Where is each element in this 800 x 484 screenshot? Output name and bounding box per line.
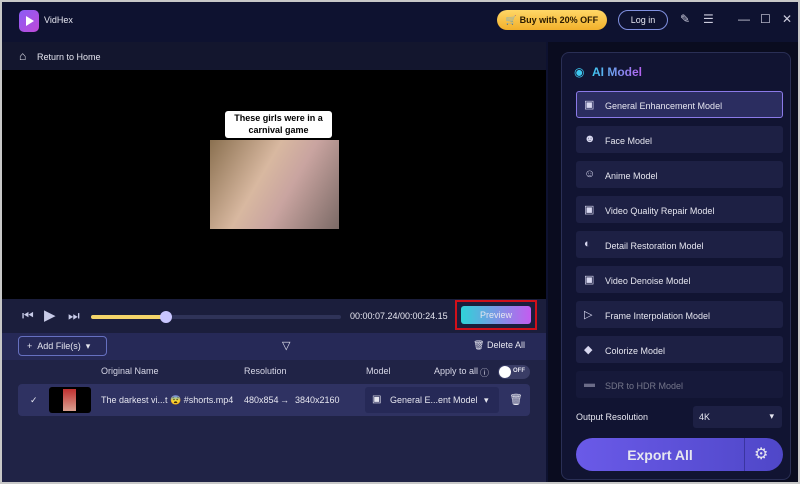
chevron-down-icon: ▾: [769, 411, 774, 421]
export-label: Export All: [627, 447, 693, 463]
add-files-label: Add File(s): [37, 341, 81, 351]
export-all-button[interactable]: Export All ⚙: [576, 438, 783, 471]
app-logo: [19, 10, 39, 32]
preview-highlight: Preview: [455, 300, 537, 330]
skip-back-icon[interactable]: ⏮: [22, 308, 34, 324]
title-bar: VidHex 🛒 Buy with 20% OFF Log in ✎ ☰ — ☐…: [2, 2, 798, 42]
video-caption: These girls were in a carnival game: [225, 111, 332, 138]
return-home-link[interactable]: ⌂ Return to Home: [2, 42, 546, 70]
collapse-icon[interactable]: ▽: [282, 339, 290, 352]
close-icon[interactable]: ✕: [782, 12, 792, 26]
colorize-icon: ◆: [584, 344, 593, 356]
row-delete-icon[interactable]: 🗑: [509, 393, 523, 406]
face-icon: ☻: [584, 133, 596, 145]
output-resolution-select[interactable]: 4K ▾: [693, 406, 782, 428]
apply-all-label: Apply to all: [434, 366, 479, 376]
model-label: Frame Interpolation Model: [605, 311, 711, 321]
buy-button[interactable]: 🛒 Buy with 20% OFF: [497, 10, 607, 30]
anime-icon: ☺: [584, 168, 596, 180]
preview-button[interactable]: Preview: [461, 306, 531, 324]
model-option-video-denoise-model[interactable]: ▣ Video Denoise Model: [576, 266, 783, 293]
trash-icon: 🗑: [473, 340, 485, 350]
minimize-icon[interactable]: —: [738, 12, 750, 26]
hdr-icon: ▬: [584, 378, 595, 390]
file-list: Original Name Resolution Model Apply to …: [2, 360, 546, 482]
seek-handle[interactable]: [160, 311, 172, 323]
row-checkbox[interactable]: ✓: [30, 395, 38, 406]
play-icon[interactable]: ▶: [44, 306, 56, 324]
model-option-colorize-model[interactable]: ◆ Colorize Model: [576, 336, 783, 363]
gear-icon[interactable]: ⚙: [754, 444, 768, 464]
chevron-down-icon: ▾: [484, 395, 489, 405]
login-button[interactable]: Log in: [618, 10, 668, 30]
row-thumbnail: [49, 387, 91, 413]
table-row[interactable]: ✓ The darkest vi...t 😨 #shorts.mp4 480x8…: [18, 384, 530, 416]
output-resolution-label: Output Resolution: [576, 412, 649, 422]
model-label: Video Quality Repair Model: [605, 206, 715, 216]
ai-model-panel: ◉ AI Model ▣ General Enhancement Model ☻ Fa…: [548, 42, 798, 482]
row-res-to: 3840x2160: [295, 395, 340, 405]
menu-icon[interactable]: ☰: [703, 12, 714, 26]
feedback-icon[interactable]: ✎: [680, 12, 690, 26]
model-label: SDR to HDR Model: [605, 381, 684, 391]
maximize-icon[interactable]: ☐: [760, 12, 771, 26]
model-label: Detail Restoration Model: [605, 241, 704, 251]
arrow-icon: →: [280, 395, 289, 405]
row-model-label: General E...ent Model: [390, 395, 478, 405]
home-icon: ⌂: [19, 49, 27, 63]
model-option-anime-model[interactable]: ☺ Anime Model: [576, 161, 783, 188]
skip-forward-icon[interactable]: ⏭: [68, 308, 80, 324]
output-resolution-value: 4K: [699, 412, 711, 422]
return-label: Return to Home: [37, 52, 101, 62]
model-label: General Enhancement Model: [605, 101, 723, 111]
model-label: Anime Model: [605, 171, 658, 181]
model-label: Face Model: [605, 136, 653, 146]
model-label: Video Denoise Model: [605, 276, 691, 286]
delete-all-button[interactable]: 🗑 Delete All: [473, 340, 525, 351]
model-option-sdr-to-hdr-model: ▬ SDR to HDR Model: [576, 371, 783, 398]
frame-icon: ▷: [584, 309, 593, 321]
apply-all-toggle[interactable]: OFF: [498, 365, 530, 379]
row-filename: The darkest vi...t 😨 #shorts.mp4: [101, 395, 234, 405]
detail-icon: ◐: [584, 238, 591, 250]
time-readout: 00:00:07.24/00:00:24.15: [350, 311, 448, 321]
robot-icon: ◉: [574, 65, 585, 79]
file-toolbar: + Add File(s) ▾ ▽ 🗑 Delete All: [2, 333, 546, 360]
seek-fill: [91, 315, 166, 319]
panel-title: AI Model: [592, 65, 642, 79]
model-option-frame-interpolation-model[interactable]: ▷ Frame Interpolation Model: [576, 301, 783, 328]
video-repair-icon: ▣: [584, 204, 595, 216]
toggle-state: OFF: [513, 368, 525, 374]
model-option-video-quality-repair-model[interactable]: ▣ Video Quality Repair Model: [576, 196, 783, 223]
add-files-button[interactable]: + Add File(s) ▾: [18, 336, 107, 356]
seek-slider[interactable]: [91, 311, 341, 323]
buy-label: Buy with 20% OFF: [519, 15, 599, 25]
model-label: Colorize Model: [605, 346, 666, 356]
video-preview: These girls were in a carnival game: [2, 70, 546, 299]
header-name: Original Name: [101, 366, 159, 376]
video-frame: [210, 140, 339, 229]
info-icon[interactable]: ⓘ: [480, 366, 489, 379]
row-model-select[interactable]: ▣ General E...ent Model ▾: [365, 387, 499, 413]
video-plus-icon: ▣: [584, 99, 595, 111]
model-option-detail-restoration-model[interactable]: ◐ Detail Restoration Model: [576, 231, 783, 258]
player-controls: ⏮ ▶ ⏭ 00:00:07.24/00:00:24.15 Preview: [2, 299, 546, 333]
video-plus-icon: ▣: [372, 394, 382, 405]
row-res-from: 480x854: [244, 395, 279, 405]
header-model: Model: [366, 366, 391, 376]
delete-all-label: Delete All: [486, 340, 525, 350]
header-resolution: Resolution: [244, 366, 287, 376]
app-window: VidHex 🛒 Buy with 20% OFF Log in ✎ ☰ — ☐…: [2, 2, 798, 482]
model-option-general-enhancement-model[interactable]: ▣ General Enhancement Model: [576, 91, 783, 118]
denoise-icon: ▣: [584, 274, 595, 286]
model-option-face-model[interactable]: ☻ Face Model: [576, 126, 783, 153]
app-name: VidHex: [44, 15, 73, 25]
